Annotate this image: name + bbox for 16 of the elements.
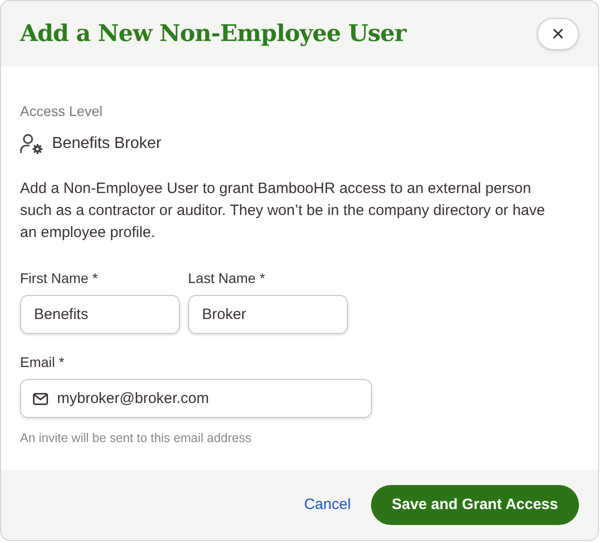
access-level-label: Access Level <box>20 102 104 121</box>
dialog-title: Add a New Non-Employee User <box>20 18 406 49</box>
field-label: Email * <box>20 353 66 372</box>
field-label: Last Name * <box>188 269 266 288</box>
description-text: Add a Non-Employee User to grant BambooHR access to an external person such as a contractor or auditor. They won’t be in the company directory or have an employee profile. <box>20 179 546 243</box>
envelope-icon <box>33 393 48 405</box>
close-button[interactable]: × <box>537 18 579 50</box>
access-level-value: Benefits Broker <box>52 134 162 154</box>
user-gear-icon <box>20 133 44 155</box>
hint-text: An invite will be sent to this email address <box>20 430 252 447</box>
cancel-link[interactable]: Cancel <box>302 490 353 520</box>
save-button[interactable]: Save and Grant Access <box>370 485 579 525</box>
field-label: First Name * <box>20 269 99 288</box>
text-field[interactable]: Benefits <box>20 295 180 334</box>
text-field[interactable]: Broker <box>188 295 348 334</box>
email-field[interactable]: mybroker@broker.com <box>20 379 372 418</box>
